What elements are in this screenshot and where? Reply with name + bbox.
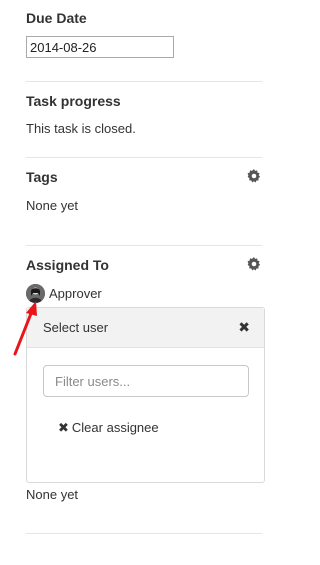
tags-empty-text: None yet (26, 198, 79, 213)
clear-assignee-label: Clear assignee (71, 420, 159, 435)
dropdown-title: Select user (43, 320, 109, 335)
task-progress-section: Task progress This task is closed. (26, 92, 262, 137)
divider (26, 533, 262, 534)
select-user-dropdown: Select user ✖ ✖Clear assignee (26, 307, 265, 483)
divider (26, 81, 262, 82)
assigned-to-section: Assigned To (26, 256, 262, 274)
gear-icon (247, 257, 261, 271)
gear-icon (247, 169, 261, 183)
filter-users-input[interactable] (43, 365, 249, 397)
dropdown-header: Select user ✖ (27, 308, 264, 348)
assigned-empty-text: None yet (26, 487, 79, 502)
due-date-section: Due Date (26, 9, 262, 27)
tags-gear-icon[interactable] (247, 169, 263, 185)
close-icon: ✖ (58, 420, 69, 435)
divider (26, 245, 262, 246)
clear-assignee-button[interactable]: ✖ Clear assignee (58, 420, 159, 436)
due-date-title: Due Date (26, 10, 87, 26)
red-arrow-annotation (13, 301, 37, 356)
tags-title: Tags (26, 169, 58, 185)
tags-section: Tags None yet (26, 168, 262, 214)
assignee-name[interactable]: Approver (49, 286, 102, 302)
assigned-to-title: Assigned To (26, 257, 109, 273)
close-icon[interactable]: ✖ (238, 319, 250, 335)
due-date-input[interactable] (26, 36, 174, 58)
task-status-text: This task is closed. (26, 121, 136, 136)
assigned-to-gear-icon[interactable] (247, 257, 263, 273)
divider (26, 157, 262, 158)
task-progress-title: Task progress (26, 93, 121, 109)
